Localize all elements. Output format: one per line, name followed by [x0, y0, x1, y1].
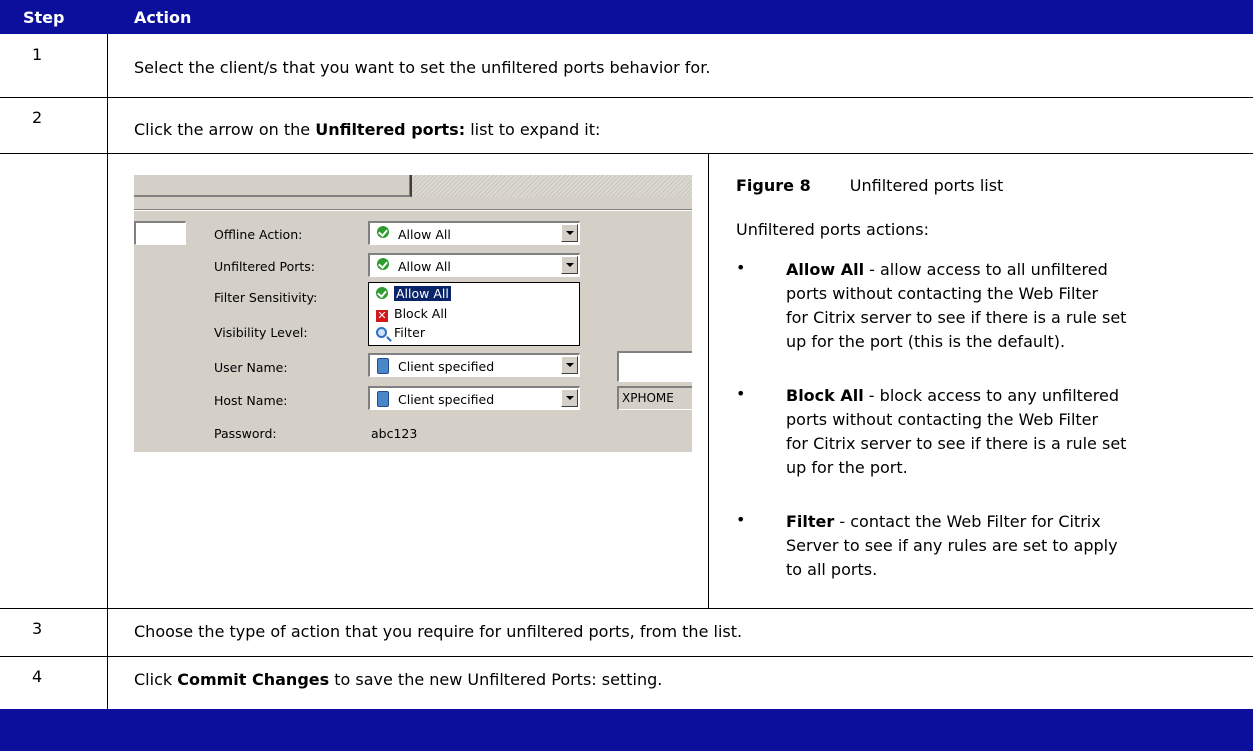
- step-number: 2: [32, 108, 43, 127]
- dropdown-option-filter[interactable]: Filter: [376, 325, 425, 341]
- dropdown-option-allow-all[interactable]: Allow All: [376, 285, 452, 302]
- action-name: Filter: [786, 512, 835, 531]
- dropdown-option-block-all[interactable]: ✕ Block All: [376, 306, 447, 322]
- password-value: abc123: [371, 426, 418, 441]
- dropdown-arrow-button[interactable]: [561, 356, 578, 374]
- step-2-text-after: list to expand it:: [465, 120, 601, 139]
- step-3-text: Choose the type of action that you requi…: [134, 622, 743, 641]
- step-4-text-after: to save the new Unfiltered Ports: settin…: [329, 670, 663, 689]
- unfiltered-ports-value: Allow All: [398, 259, 451, 274]
- action-desc: up for the port.: [786, 458, 908, 477]
- table-header: Step Action: [0, 0, 1253, 34]
- step-2-text-before: Click the arrow on the: [134, 120, 316, 139]
- actions-intro: Unfiltered ports actions:: [736, 220, 929, 239]
- host-name-extra-value: XPHOME: [622, 391, 674, 405]
- host-name-extra-input[interactable]: XPHOME: [617, 386, 692, 410]
- figure-title: Unfiltered ports list: [849, 176, 1004, 195]
- row-divider: [0, 153, 1253, 154]
- row-divider: [0, 656, 1253, 657]
- figure-caption: Figure 8 Unfiltered ports list: [736, 174, 1003, 198]
- host-name-select[interactable]: Client specified: [368, 386, 580, 410]
- option-label: Block All: [394, 306, 448, 321]
- left-input[interactable]: [134, 221, 186, 245]
- step-2-text: Click the arrow on the Unfiltered ports:…: [134, 120, 600, 139]
- action-desc: up for the port (this is the default).: [786, 332, 1066, 351]
- green-check-icon: [376, 287, 388, 299]
- host-name-label: Host Name:: [214, 393, 288, 408]
- action-allow-all: Allow All - allow access to all unfilter…: [786, 258, 1226, 354]
- client-doc-icon: [377, 391, 389, 410]
- option-label: Filter: [394, 325, 425, 340]
- green-check-icon: [377, 258, 389, 273]
- user-name-value: Client specified: [398, 359, 495, 374]
- action-desc: for Citrix server to see if there is a r…: [786, 308, 1127, 327]
- action-column-header: Action: [134, 8, 192, 27]
- offline-action-value: Allow All: [398, 227, 451, 242]
- step-4-text-before: Click: [134, 670, 178, 689]
- user-name-select[interactable]: Client specified: [368, 353, 580, 377]
- action-desc: for Citrix server to see if there is a r…: [786, 434, 1127, 453]
- step-number: 3: [32, 619, 43, 638]
- dropdown-arrow-button[interactable]: [561, 224, 578, 242]
- row-divider: [0, 608, 1253, 609]
- user-name-label: User Name:: [214, 360, 288, 375]
- step-2-bold: Unfiltered ports:: [315, 120, 466, 139]
- offline-action-label: Offline Action:: [214, 227, 303, 242]
- green-check-icon: [377, 226, 389, 241]
- user-name-extra-input[interactable]: [617, 351, 692, 382]
- step-column-header: Step: [23, 8, 65, 27]
- table-footer: [0, 709, 1253, 751]
- bullet: •: [736, 258, 746, 277]
- step-4-bold: Commit Changes: [177, 670, 330, 689]
- step-number: 1: [32, 45, 43, 64]
- host-name-value: Client specified: [398, 392, 495, 407]
- dropdown-arrow-button[interactable]: [561, 256, 578, 274]
- action-desc: ports without contacting the Web Filter: [786, 410, 1099, 429]
- tab-strip-background: [412, 175, 692, 197]
- action-desc: - contact the Web Filter for Citrix: [834, 512, 1101, 531]
- action-filter: Filter - contact the Web Filter for Citr…: [786, 510, 1226, 582]
- action-desc: - block access to any unfiltered: [863, 386, 1119, 405]
- inner-column-divider: [708, 153, 709, 608]
- action-block-all: Block All - block access to any unfilter…: [786, 384, 1226, 480]
- unfiltered-ports-label: Unfiltered Ports:: [214, 259, 315, 274]
- tab-button: [134, 175, 412, 197]
- password-label: Password:: [214, 426, 277, 441]
- unfiltered-ports-dropdown-list: Allow All ✕ Block All Filter: [368, 282, 580, 346]
- unfiltered-ports-screenshot: Offline Action: Unfiltered Ports: Filter…: [134, 175, 692, 452]
- action-name: Allow All: [786, 260, 865, 279]
- offline-action-select[interactable]: Allow All: [368, 221, 580, 245]
- visibility-level-label: Visibility Level:: [214, 325, 308, 340]
- action-desc: - allow access to all unfiltered: [864, 260, 1108, 279]
- figure-label: Figure 8: [736, 176, 811, 195]
- action-desc: to all ports.: [786, 560, 878, 579]
- filter-sensitivity-label: Filter Sensitivity:: [214, 290, 318, 305]
- step-1-text: Select the client/s that you want to set…: [134, 58, 711, 77]
- panel-border-highlight: [134, 210, 692, 211]
- action-desc: ports without contacting the Web Filter: [786, 284, 1099, 303]
- action-name: Block All: [786, 386, 864, 405]
- bullet: •: [736, 510, 746, 529]
- option-label: Allow All: [393, 285, 452, 302]
- dropdown-arrow-button[interactable]: [561, 389, 578, 407]
- row-divider: [0, 97, 1253, 98]
- step-number: 4: [32, 667, 43, 686]
- unfiltered-ports-select[interactable]: Allow All: [368, 253, 580, 277]
- red-x-icon: ✕: [376, 309, 388, 322]
- step-4-text: Click Commit Changes to save the new Unf…: [134, 670, 662, 689]
- action-desc: Server to see if any rules are set to ap…: [786, 536, 1118, 555]
- bullet: •: [736, 384, 746, 403]
- magnifier-icon: [376, 327, 387, 338]
- client-doc-icon: [377, 358, 389, 377]
